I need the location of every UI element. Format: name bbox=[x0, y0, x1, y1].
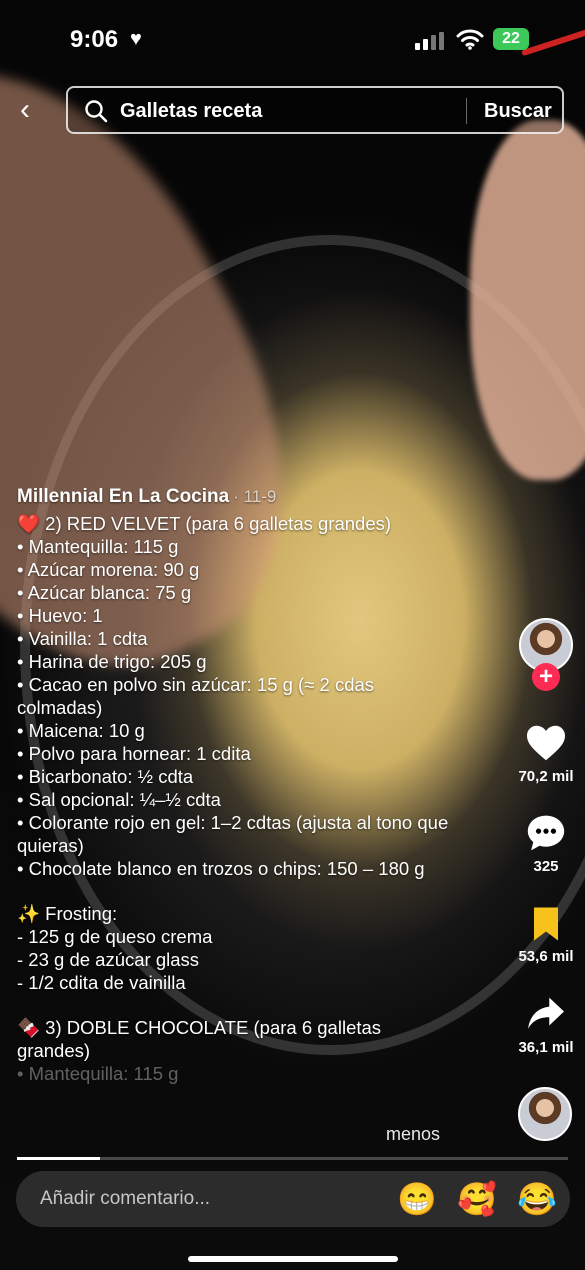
comment-placeholder[interactable]: Añadir comentario... bbox=[40, 1188, 210, 1210]
video-progress-bar[interactable] bbox=[17, 1157, 568, 1160]
save-count: 53,6 mil bbox=[518, 948, 574, 965]
caption-line: • Polvo para hornear: 1 cdita bbox=[17, 743, 251, 764]
bookmark-icon[interactable] bbox=[531, 906, 561, 942]
caption-line: 🍫 3) DOBLE CHOCOLATE (para 6 galletas gr… bbox=[17, 1017, 387, 1061]
laugh-emoji-button[interactable]: 😂 bbox=[517, 1179, 557, 1219]
caption-line: • Chocolate blanco en trozos o chips: 15… bbox=[17, 858, 425, 879]
caption-line: • Maicena: 10 g bbox=[17, 720, 145, 741]
caption-line: • Sal opcional: ¼–½ cdta bbox=[17, 789, 221, 810]
like-count: 70,2 mil bbox=[518, 768, 574, 785]
follow-plus-icon[interactable]: + bbox=[532, 663, 560, 691]
hearts-emoji-button[interactable]: 🥰 bbox=[457, 1179, 497, 1219]
caption-line: - 125 g de queso crema bbox=[17, 926, 213, 947]
top-bar: ‹ Galletas receta Buscar bbox=[0, 86, 585, 136]
comment-count: 325 bbox=[533, 858, 559, 875]
post-date: · 11-9 bbox=[233, 487, 277, 506]
video-hand-backdrop bbox=[470, 120, 585, 480]
search-field[interactable]: Galletas receta Buscar bbox=[66, 86, 564, 134]
caption-line: • Colorante rojo en gel: 1–2 cdtas (ajus… bbox=[17, 812, 454, 856]
home-indicator bbox=[188, 1256, 398, 1262]
caption-line: • Azúcar blanca: 75 g bbox=[17, 582, 192, 603]
caption-line: • Mantequilla: 115 g bbox=[17, 536, 179, 557]
sound-avatar[interactable] bbox=[518, 1087, 572, 1141]
grin-emoji-button[interactable]: 😁 bbox=[397, 1179, 437, 1219]
caption-line: ✨ Frosting: bbox=[17, 903, 118, 924]
author-line: Millennial En La Cocina · 11-9 bbox=[17, 484, 457, 508]
video-screen[interactable]: 9:06 ♥ 22 ‹ Galletas receta Buscar Mille… bbox=[0, 0, 585, 1270]
share-count: 36,1 mil bbox=[518, 1039, 574, 1056]
caption-line: • Cacao en polvo sin azúcar: 15 g (≈ 2 c… bbox=[17, 674, 380, 718]
search-button[interactable]: Buscar bbox=[484, 100, 552, 123]
caption-line: ❤️ 2) RED VELVET (para 6 galletas grande… bbox=[17, 513, 392, 534]
caption-body: ❤️ 2) RED VELVET (para 6 galletas grande… bbox=[17, 512, 457, 1062]
focus-heart-icon: ♥ bbox=[130, 28, 142, 50]
comment-input-bar[interactable]: Añadir comentario... 😁 🥰 😂 bbox=[16, 1171, 570, 1227]
caption-line: • Bicarbonato: ½ cdta bbox=[17, 766, 194, 787]
post-caption[interactable]: Millennial En La Cocina · 11-9 ❤️ 2) RED … bbox=[17, 484, 457, 1085]
like-heart-icon[interactable] bbox=[525, 724, 567, 762]
caption-line: • Huevo: 1 bbox=[17, 605, 103, 626]
author-name[interactable]: Millennial En La Cocina bbox=[17, 486, 229, 507]
back-arrow-icon[interactable]: ‹ bbox=[20, 95, 30, 125]
status-bar: 9:06 ♥ 22 bbox=[0, 22, 585, 58]
status-time: 9:06 bbox=[70, 26, 119, 53]
wifi-icon bbox=[456, 29, 484, 50]
caption-faded-line: • Mantequilla: 115 g bbox=[17, 1063, 179, 1084]
share-arrow-icon[interactable] bbox=[526, 996, 566, 1032]
video-progress-fill bbox=[17, 1157, 100, 1160]
caption-line: - 1/2 cdita de vainilla bbox=[17, 972, 186, 993]
search-query[interactable]: Galletas receta bbox=[120, 100, 262, 123]
caption-line: - 23 g de azúcar glass bbox=[17, 949, 200, 970]
less-link[interactable]: menos bbox=[386, 1124, 440, 1145]
caption-line: • Harina de trigo: 205 g bbox=[17, 651, 207, 672]
caption-line: • Vainilla: 1 cdta bbox=[17, 628, 148, 649]
battery-icon: 22 bbox=[493, 28, 529, 50]
caption-line: • Azúcar morena: 90 g bbox=[17, 559, 200, 580]
search-divider bbox=[466, 98, 467, 124]
comment-bubble-icon[interactable] bbox=[526, 814, 566, 852]
search-icon bbox=[85, 100, 108, 123]
cellular-signal-icon bbox=[415, 32, 444, 50]
